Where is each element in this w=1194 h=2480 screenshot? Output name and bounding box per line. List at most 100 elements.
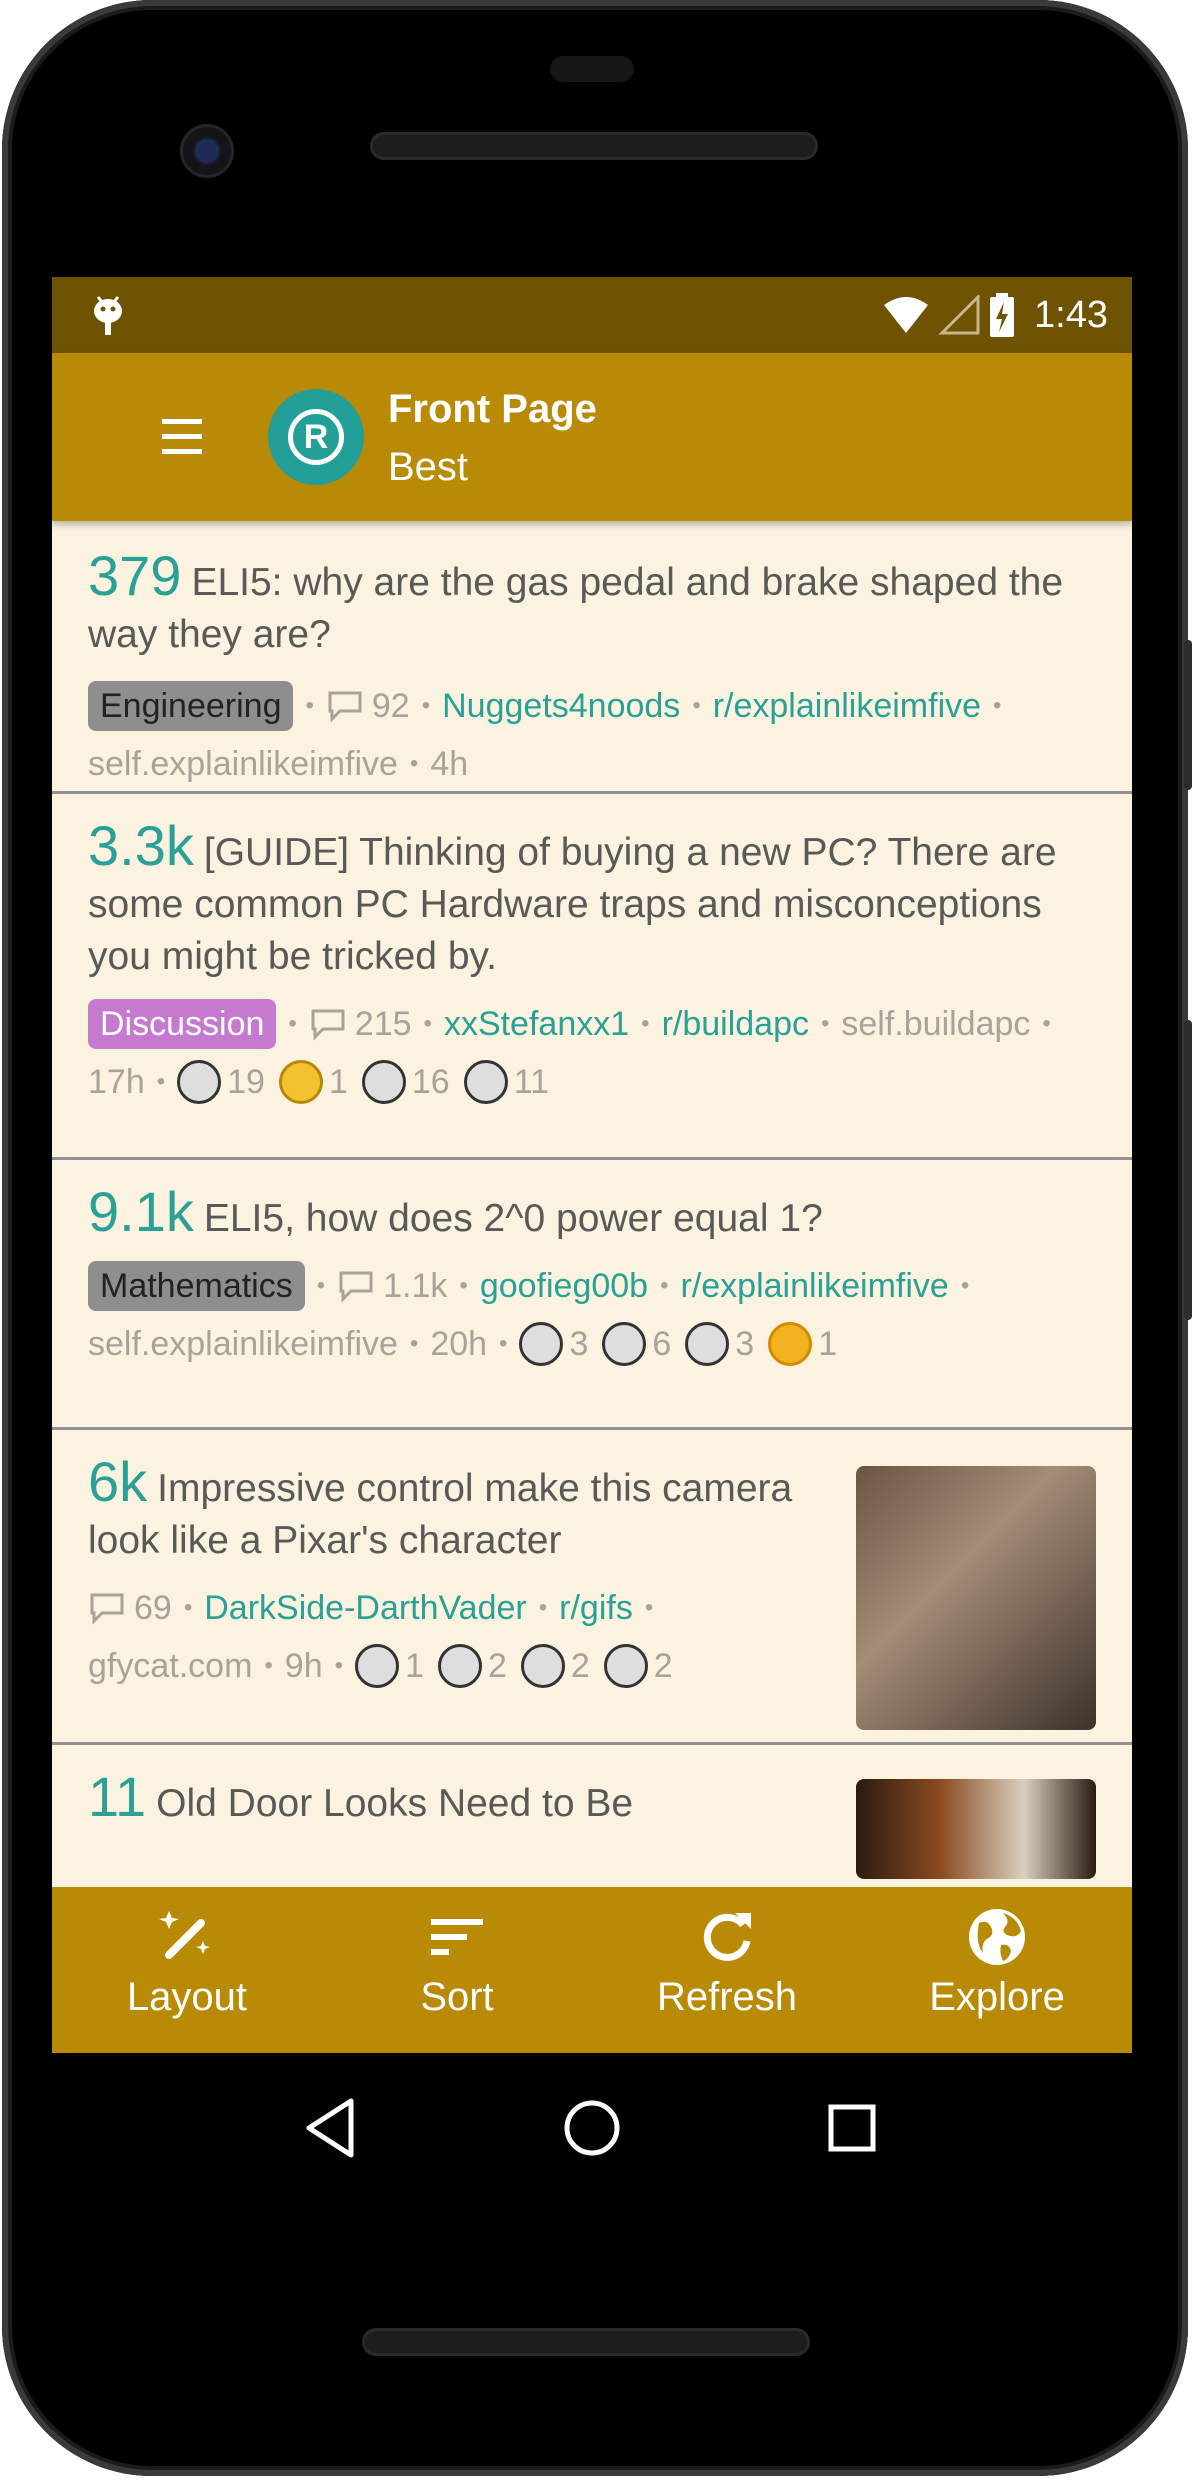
silver-award-icon [519,1322,564,1366]
comments-icon [90,1593,124,1625]
post-flair: Engineering [88,681,294,731]
earpiece-slot [550,56,634,82]
power-button [1184,640,1192,790]
comments-icon [328,691,362,723]
gold-award-icon [278,1060,323,1104]
post-meta: Mathematics • 1.1k • goofieg00b • r/expl… [88,1257,1096,1373]
award-count: 6 [652,1325,672,1363]
status-bar: 1:43 [52,277,1132,353]
bottom-speaker [362,2328,810,2356]
post-title[interactable]: Impressive control make this camera look… [88,1467,792,1562]
post-item[interactable]: 9.1k ELI5, how does 2^0 power equal 1? Ma… [52,1160,1132,1430]
handshake-award-icon [520,1644,565,1688]
silver-award-icon [437,1644,482,1688]
handshake-award-icon [361,1060,406,1104]
award: 16 [361,1053,450,1111]
globe-icon [969,1909,1025,1965]
post-age: 17h [88,1063,145,1101]
post-item[interactable]: 3.3k [GUIDE] Thinking of buying a new PC?… [52,794,1132,1160]
front-camera [180,124,234,178]
post-age: 9h [284,1647,323,1685]
silver-award-icon [177,1060,222,1104]
post-title-line[interactable]: 6k Impressive control make this camera lo… [88,1454,802,1567]
award: 3 [685,1315,754,1373]
wholesome-award-icon [463,1060,508,1104]
post-score: 3.3k [88,814,194,877]
post-title-line[interactable]: 379 ELI5: why are the gas pedal and brake… [88,548,1096,661]
award: 2 [520,1637,590,1695]
home-icon[interactable] [557,2093,627,2163]
post-title[interactable]: ELI5, how does 2^0 power equal 1? [204,1197,823,1240]
post-domain: self.explainlikeimfive [88,1325,398,1363]
award-count: 2 [653,1647,673,1685]
post-meta: Engineering • 92 • Nuggets4noods • r/exp… [88,677,1096,793]
post-title[interactable]: Old Door Looks Need to Be [156,1782,633,1825]
post-domain: self.buildapc [841,1005,1031,1043]
post-author[interactable]: DarkSide-DarthVader [204,1579,527,1637]
award-count: 1 [328,1063,348,1101]
handshake-award-icon [602,1322,647,1366]
nav-label: Refresh [656,1975,798,2019]
award-count: 3 [735,1325,755,1363]
status-time: 1:43 [1034,293,1108,336]
award: 2 [603,1637,673,1695]
nav-refresh-button[interactable]: Refresh [592,1887,862,2053]
post-thumbnail[interactable] [856,1779,1096,1879]
recents-icon[interactable] [817,2093,887,2163]
post-title-line[interactable]: 9.1k ELI5, how does 2^0 power equal 1? [88,1184,1096,1245]
page-title[interactable]: Front Page [388,387,597,432]
post-thumbnail[interactable] [856,1466,1096,1730]
post-title[interactable]: [GUIDE] Thinking of buying a new PC? The… [88,831,1057,978]
award-count: 1 [818,1325,838,1363]
award: 1 [355,1637,424,1695]
post-author[interactable]: xxStefanxx1 [444,995,629,1053]
wholesome-award-icon [685,1322,730,1366]
hamburger-menu-icon[interactable] [142,413,222,461]
android-debug-icon [94,296,122,335]
screen: 1:43 R Front Page Best 379 ELI5: why are … [52,277,1132,2053]
post-score: 379 [88,544,182,607]
app-bar: R Front Page Best [52,353,1132,521]
post-meta: Discussion • 215 • xxStefanxx1 • r/build… [88,995,1096,1111]
nav-layout-button[interactable]: Layout [52,1887,322,2053]
award: 11 [463,1053,550,1111]
post-flair: Discussion [88,999,277,1049]
award: 1 [278,1053,348,1111]
award: 19 [177,1053,265,1111]
award: 6 [602,1315,671,1373]
post-item[interactable]: 379 ELI5: why are the gas pedal and brake… [52,524,1132,794]
post-subreddit[interactable]: r/buildapc [662,995,809,1053]
award: 1 [768,1315,837,1373]
nav-label: Layout [126,1975,248,2019]
system-navigation-bar [52,2053,1132,2203]
nav-label: Sort [420,1975,494,2019]
refresh-icon [703,1913,751,1961]
post-age: 20h [430,1325,488,1363]
post-item[interactable]: 6k Impressive control make this camera lo… [52,1430,1132,1745]
award-count: 11 [513,1063,550,1101]
post-title[interactable]: ELI5: why are the gas pedal and brake sh… [88,561,1063,656]
wifi-icon [884,297,929,333]
post-author[interactable]: goofieg00b [480,1257,648,1315]
post-feed[interactable]: 379 ELI5: why are the gas pedal and brake… [52,524,1132,1945]
post-subreddit[interactable]: r/explainlikeimfive [713,677,981,735]
post-flair: Mathematics [88,1261,305,1311]
nav-sort-button[interactable]: Sort [322,1887,592,2053]
comment-count: 92 [371,687,410,725]
wholesome-award-icon [603,1644,648,1688]
post-score: 9.1k [88,1180,194,1243]
comment-count: 215 [354,1005,412,1043]
comments-icon [339,1271,373,1303]
bottom-navigation: Layout Sort Refresh Explore [52,1887,1132,2053]
post-subreddit[interactable]: r/gifs [559,1579,633,1637]
back-icon[interactable] [297,2093,367,2163]
post-domain: self.explainlikeimfive [88,745,398,783]
sort-subtitle[interactable]: Best [388,445,468,490]
post-author[interactable]: Nuggets4noods [442,677,680,735]
cell-signal-icon [938,295,980,335]
sun-award-icon [768,1322,813,1366]
rocket-award-icon [355,1644,400,1688]
post-title-line[interactable]: 3.3k [GUIDE] Thinking of buying a new PC?… [88,818,1096,983]
nav-explore-button[interactable]: Explore [862,1887,1132,2053]
post-subreddit[interactable]: r/explainlikeimfive [681,1257,949,1315]
